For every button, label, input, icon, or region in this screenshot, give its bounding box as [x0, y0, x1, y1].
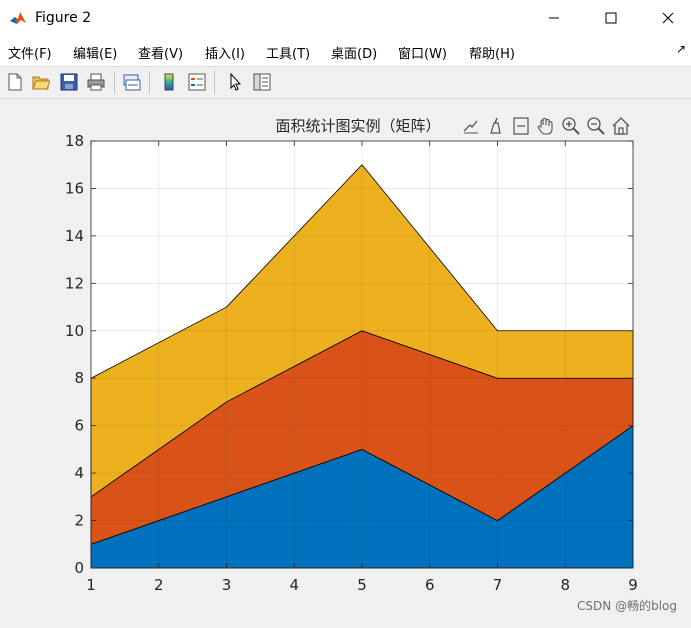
pan-hand-icon[interactable] [537, 117, 553, 135]
y-tick-label: 10 [65, 322, 84, 340]
open-file-icon [32, 76, 50, 90]
menu-view[interactable]: 查看(V) [138, 43, 183, 62]
figure-canvas: 1 2 3 4 5 6 7 8 9 0 2 4 6 8 10 12 14 16 18 面积统计图实例（矩阵） [0, 99, 691, 624]
minimize-icon [549, 17, 559, 19]
brush-icon[interactable] [490, 117, 501, 134]
x-tick-label: 3 [222, 576, 232, 594]
open-file-button[interactable] [30, 71, 52, 93]
save-icon [60, 73, 78, 91]
x-tick-label: 4 [289, 576, 299, 594]
y-tick-label: 2 [74, 512, 84, 530]
y-tick-label: 12 [65, 274, 84, 292]
menu-file[interactable]: 文件(F) [8, 43, 52, 62]
print-button[interactable] [85, 71, 107, 93]
y-tick-label: 8 [74, 369, 84, 387]
toolbar-separator [149, 71, 150, 94]
axes-toolbar [462, 117, 630, 135]
zoom-in-icon[interactable] [562, 117, 580, 135]
menu-bar: 文件(F) 编辑(E) 查看(V) 插入(I) 工具(T) 桌面(D) 窗口(W… [0, 38, 691, 67]
x-tick-label: 1 [86, 576, 96, 594]
edit-plot-arrow-icon [230, 73, 242, 91]
x-tick-label: 7 [493, 576, 503, 594]
menu-tools[interactable]: 工具(T) [266, 43, 310, 62]
print-icon [87, 73, 105, 91]
chart-title: 面积统计图实例（矩阵） [275, 117, 440, 135]
insert-colorbar-button[interactable] [158, 71, 180, 93]
y-tick-label: 14 [65, 227, 84, 245]
dock-pin-icon[interactable]: ↗ [676, 42, 686, 56]
maximize-icon [605, 12, 617, 24]
menu-edit[interactable]: 编辑(E) [73, 43, 117, 62]
matlab-logo-icon [9, 9, 27, 27]
link-plot-button[interactable] [121, 71, 143, 93]
edit-plot-button[interactable] [224, 71, 246, 93]
property-inspector-button[interactable] [251, 71, 273, 93]
toolbar-separator [214, 71, 215, 94]
menu-desktop[interactable]: 桌面(D) [331, 43, 377, 62]
x-tick-label: 8 [560, 576, 570, 594]
x-tick-label: 9 [628, 576, 638, 594]
close-icon [662, 12, 674, 24]
insert-legend-button[interactable] [186, 71, 208, 93]
close-button[interactable] [645, 0, 691, 36]
x-tick-label: 2 [154, 576, 164, 594]
y-tick-label: 18 [65, 132, 84, 150]
maximize-button[interactable] [588, 0, 634, 36]
area-chart: 1 2 3 4 5 6 7 8 9024681012141618 面积统计图实例（矩阵） [65, 117, 638, 594]
menu-help[interactable]: 帮助(H) [469, 43, 515, 62]
y-tick-label: 16 [65, 179, 84, 197]
x-tick-label: 5 [357, 576, 367, 594]
window-title: Figure 2 [35, 10, 92, 26]
y-tick-label: 0 [74, 559, 84, 577]
window-titlebar: Figure 2 [0, 0, 691, 38]
new-figure-button[interactable] [4, 71, 26, 93]
home-icon[interactable] [612, 117, 630, 135]
export-icon[interactable] [462, 117, 480, 135]
toolbar-separator [114, 71, 115, 94]
save-button[interactable] [58, 71, 80, 93]
watermark: CSDN @畅的blog [577, 599, 677, 613]
y-tick-label: 4 [74, 464, 84, 482]
insert-colorbar-icon [164, 73, 174, 91]
zoom-out-icon[interactable] [587, 117, 605, 135]
insert-legend-icon [188, 73, 206, 91]
data-tips-icon[interactable] [513, 117, 529, 135]
y-tick-label: 6 [74, 417, 84, 435]
link-plot-icon [123, 74, 141, 91]
minimize-button[interactable] [531, 0, 577, 36]
new-figure-icon [8, 73, 22, 91]
figure-toolbar [0, 67, 691, 99]
x-tick-label: 6 [425, 576, 435, 594]
menu-window[interactable]: 窗口(W) [398, 43, 447, 62]
menu-insert[interactable]: 插入(I) [205, 43, 245, 62]
property-inspector-icon [253, 73, 271, 91]
